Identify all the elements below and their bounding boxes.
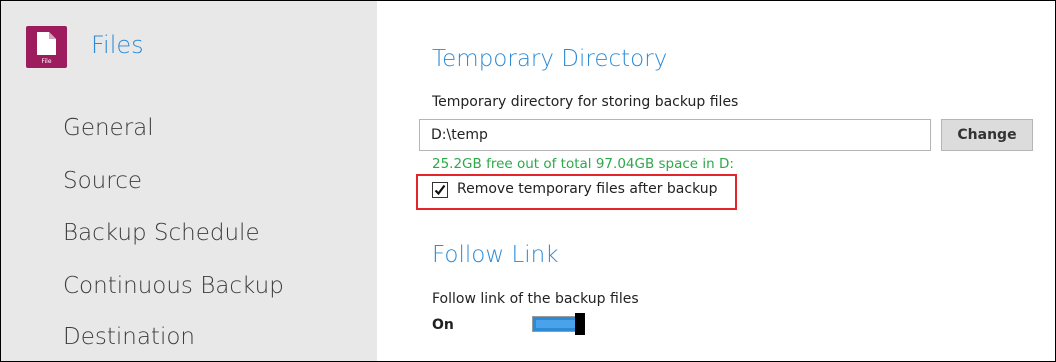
sidebar-item-backup-schedule[interactable]: Backup Schedule bbox=[63, 220, 260, 246]
app-title: Files bbox=[91, 31, 144, 59]
follow-link-heading: Follow Link bbox=[432, 242, 559, 268]
file-icon-label: File bbox=[41, 58, 52, 65]
toggle-knob[interactable] bbox=[575, 313, 585, 335]
follow-link-toggle[interactable] bbox=[532, 313, 585, 335]
sidebar: File Files General Source Backup Schedul… bbox=[1, 1, 377, 361]
follow-link-label: Follow link of the backup files bbox=[432, 291, 639, 307]
change-button[interactable]: Change bbox=[941, 119, 1033, 151]
sidebar-item-general[interactable]: General bbox=[63, 115, 154, 141]
remove-temp-files-label: Remove temporary files after backup bbox=[457, 181, 718, 197]
toggle-track bbox=[532, 316, 580, 332]
temporary-directory-heading: Temporary Directory bbox=[432, 46, 668, 72]
file-icon: File bbox=[26, 26, 67, 68]
temporary-directory-input[interactable] bbox=[419, 119, 931, 151]
follow-link-state: On bbox=[432, 317, 454, 333]
settings-window: File Files General Source Backup Schedul… bbox=[0, 0, 1056, 362]
free-space-status: 25.2GB free out of total 97.04GB space i… bbox=[432, 156, 734, 172]
temporary-directory-label: Temporary directory for storing backup f… bbox=[432, 94, 739, 110]
sidebar-item-destination[interactable]: Destination bbox=[63, 324, 195, 350]
remove-temp-files-checkbox[interactable] bbox=[432, 182, 448, 198]
checkmark-icon bbox=[434, 184, 446, 196]
sidebar-item-continuous-backup[interactable]: Continuous Backup bbox=[63, 273, 284, 299]
sidebar-item-source[interactable]: Source bbox=[63, 168, 142, 194]
